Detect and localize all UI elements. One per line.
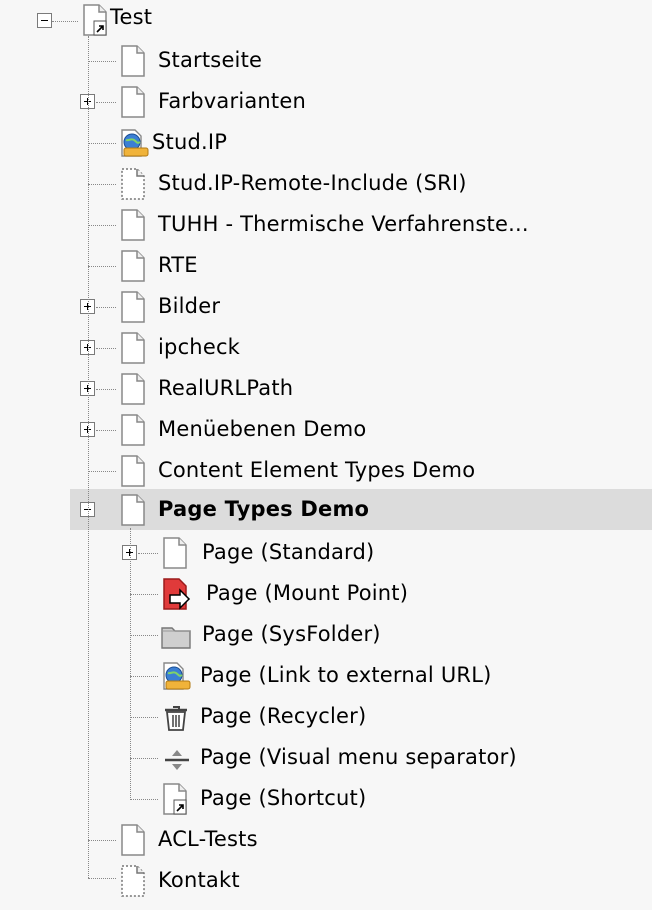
tree-connector: [130, 676, 158, 677]
tree-node-label[interactable]: Page Types Demo: [158, 496, 369, 522]
page-icon[interactable]: [118, 85, 148, 118]
tree-node-label[interactable]: Page (Mount Point): [206, 580, 408, 606]
page-icon[interactable]: [118, 44, 148, 77]
tree-node-label[interactable]: Content Element Types Demo: [158, 457, 475, 483]
tree-connector: [96, 348, 116, 349]
tree-node-label[interactable]: RealURLPath: [158, 375, 293, 401]
tree-root[interactable]: Test: [0, 0, 652, 41]
tree-connector: [130, 635, 158, 636]
tree-node[interactable]: Page (SysFolder): [0, 614, 652, 655]
tree-connector: [130, 717, 158, 718]
page-shortcut-icon[interactable]: [160, 782, 190, 815]
tree-connector: [88, 61, 116, 62]
tree-root-label[interactable]: Test: [110, 4, 152, 30]
tree-node[interactable]: Page (Recycler): [0, 696, 652, 737]
tree-node[interactable]: Page (Visual menu separator): [0, 737, 652, 778]
folder-icon[interactable]: [160, 618, 191, 650]
page-icon[interactable]: [118, 823, 148, 856]
page-icon[interactable]: [118, 290, 148, 323]
tree-connector: [52, 21, 78, 22]
page-external-url-icon[interactable]: [160, 659, 191, 691]
page-icon[interactable]: [118, 372, 148, 405]
tree-node-label[interactable]: TUHH - Thermische Verfahrenste...: [158, 211, 529, 237]
tree-node-label[interactable]: Stud.IP: [152, 129, 227, 155]
page-icon[interactable]: [118, 454, 148, 487]
tree-connector: [130, 799, 158, 800]
tree-node-label[interactable]: Bilder: [158, 293, 220, 319]
page-icon[interactable]: [118, 249, 148, 282]
tree-connector: [96, 102, 116, 103]
tree-node-label[interactable]: Page (Link to external URL): [200, 662, 491, 688]
page-icon[interactable]: [118, 208, 148, 241]
page-icon[interactable]: [118, 413, 148, 446]
recycler-icon[interactable]: [160, 700, 190, 732]
menu-separator-icon[interactable]: [160, 741, 190, 773]
tree-node-label[interactable]: ipcheck: [158, 334, 240, 360]
tree-connector: [88, 840, 116, 841]
tree-node-label[interactable]: Kontakt: [158, 867, 240, 893]
tree-node-label[interactable]: Menüebenen Demo: [158, 416, 366, 442]
tree-connector: [96, 307, 116, 308]
tree-connector: [88, 36, 89, 878]
page-icon[interactable]: [118, 493, 148, 526]
tree-connector: [96, 389, 116, 390]
page-shortcut-icon[interactable]: [80, 3, 110, 36]
tree-node-label[interactable]: Page (SysFolder): [202, 621, 381, 647]
tree-connector: [88, 143, 116, 144]
tree-node-label[interactable]: Page (Recycler): [200, 703, 366, 729]
tree-connector: [88, 878, 116, 879]
tree-connector: [88, 266, 116, 267]
tree-node-label[interactable]: Page (Standard): [202, 539, 374, 565]
tree-node-label[interactable]: Stud.IP-Remote-Include (SRI): [158, 170, 467, 196]
page-hidden-icon[interactable]: [118, 864, 148, 897]
tree-connector: [130, 758, 158, 759]
page-mount-point-icon[interactable]: [160, 577, 191, 610]
tree-connector: [88, 471, 116, 472]
collapse-toggle[interactable]: [37, 13, 52, 28]
tree-node-selected[interactable]: Page Types Demo: [70, 489, 652, 530]
tree-connector: [138, 553, 158, 554]
page-hidden-icon[interactable]: [118, 167, 148, 200]
tree-node[interactable]: Page (Link to external URL): [0, 655, 652, 696]
tree-connector: [88, 184, 116, 185]
tree-node-label[interactable]: Farbvarianten: [158, 88, 306, 114]
tree-connector: [88, 225, 116, 226]
tree-connector: [96, 430, 116, 431]
page-icon[interactable]: [118, 331, 148, 364]
page-icon[interactable]: [160, 536, 190, 569]
tree-connector: [130, 594, 158, 595]
tree-node[interactable]: Kontakt: [0, 860, 652, 901]
tree-node-label[interactable]: Page (Shortcut): [200, 785, 366, 811]
tree-node-label[interactable]: ACL-Tests: [158, 826, 258, 852]
tree-node-label[interactable]: RTE: [158, 252, 198, 278]
tree-node-label[interactable]: Startseite: [158, 47, 262, 73]
page-tree: Test Startseite Farbvarianten Stud.IP St…: [0, 0, 652, 910]
tree-node[interactable]: Page (Shortcut): [0, 778, 652, 819]
page-external-url-icon[interactable]: [118, 126, 149, 158]
tree-node[interactable]: Page (Mount Point): [0, 573, 652, 614]
tree-node-label[interactable]: Page (Visual menu separator): [200, 744, 517, 770]
tree-connector: [130, 528, 131, 800]
tree-node[interactable]: Page (Standard): [0, 532, 652, 573]
